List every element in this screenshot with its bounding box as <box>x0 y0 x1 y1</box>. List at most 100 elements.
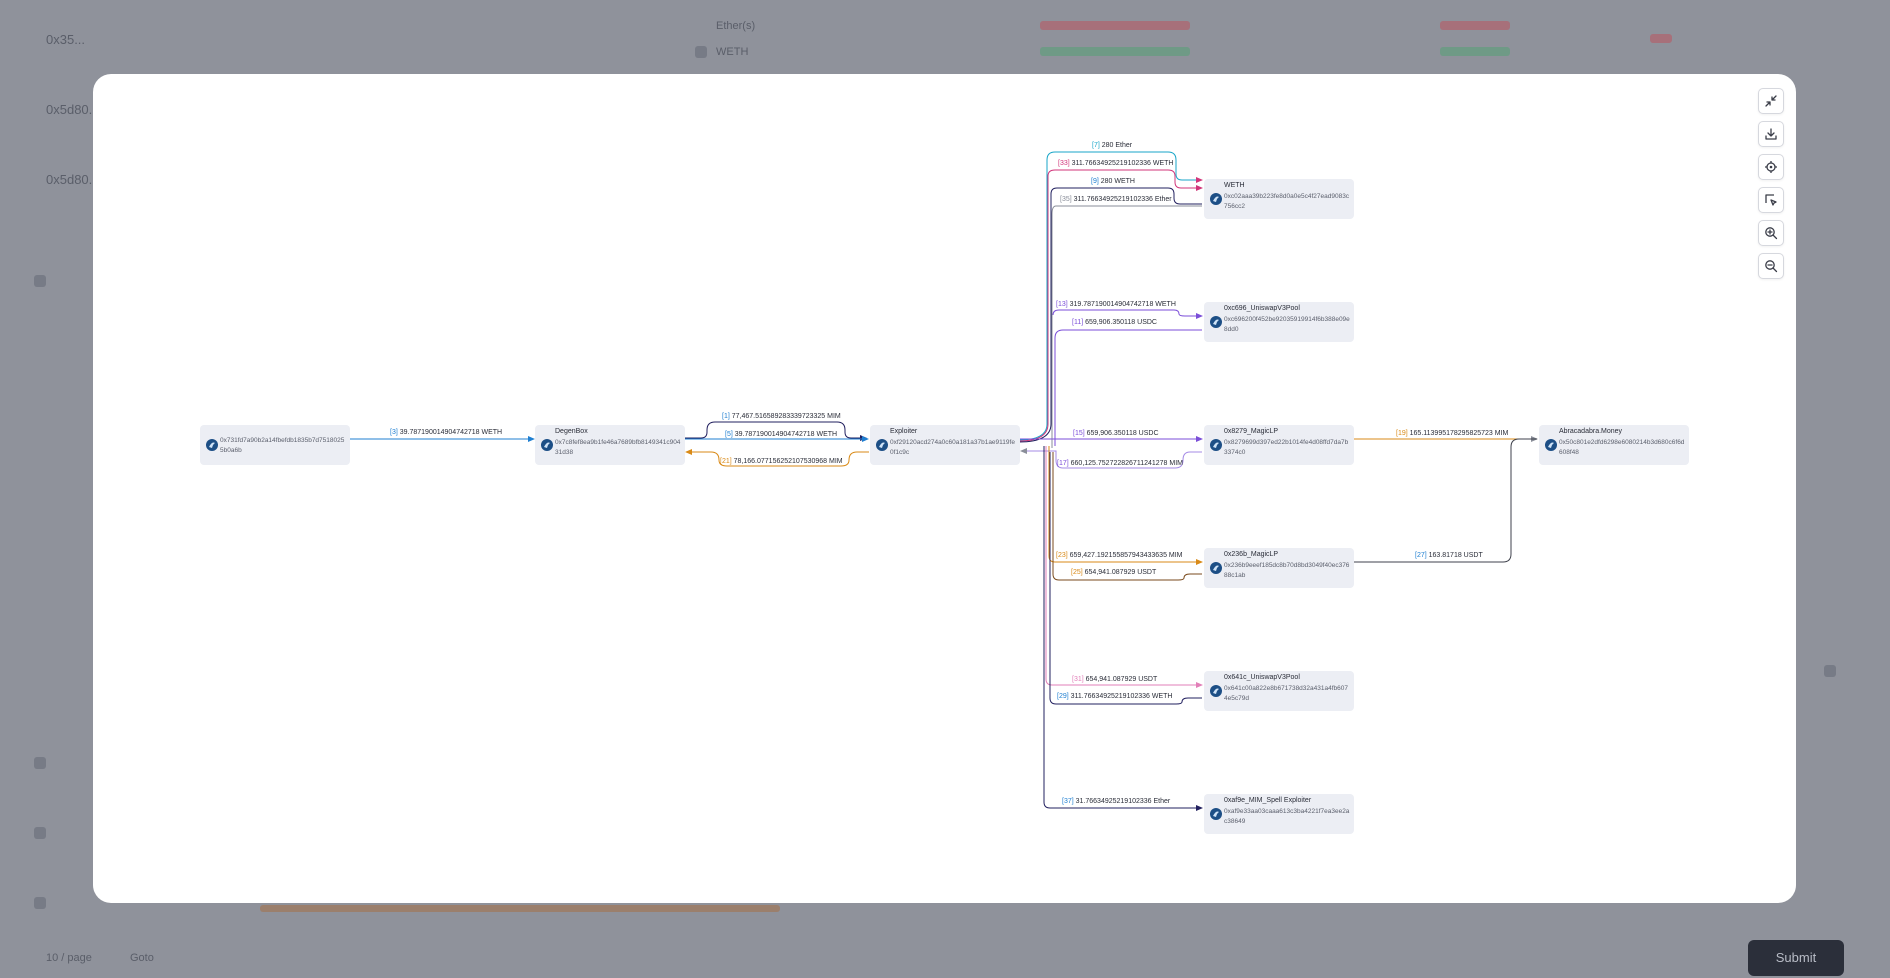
download-button[interactable] <box>1758 121 1784 147</box>
svg-text:[19] 165.113995178295825723 MI: [19] 165.113995178295825723 MIM <box>1396 430 1509 437</box>
graph-toolbar <box>1758 88 1784 286</box>
edge-amount: 39.787190014904742718 WETH <box>735 431 837 438</box>
edge-index: [5] <box>725 431 733 438</box>
node-address: 0x8279699d397ed22b1014fe4d08ffd7da7b3374… <box>1224 439 1349 456</box>
svg-text:[23] 659,427.19215585794343363: [23] 659,427.192155857943433635 MIM <box>1056 552 1183 559</box>
bg-bar <box>260 905 780 912</box>
node-uniswap-c696[interactable]: 0xc696_UniswapV3Pool 0xc696200f452be9203… <box>1204 302 1354 342</box>
download-icon <box>1765 128 1777 140</box>
node-label: Abracadabra.Money <box>1559 428 1623 435</box>
edge-amount: 311.76634925219102336 WETH <box>1071 693 1173 700</box>
edge-29[interactable]: [29] 311.76634925219102336 WETH <box>1049 452 1202 705</box>
address-avatar-icon <box>541 439 553 451</box>
edge-index: [7] <box>1092 142 1100 149</box>
address-avatar-icon <box>1210 193 1222 205</box>
zoom-in-icon <box>1765 227 1778 240</box>
edge-amount: 78,166.077156252107530968 MIM <box>734 458 843 465</box>
edge-17[interactable]: [17] 660,125.752722826711241278 MIM <box>1020 448 1202 469</box>
node-exploiter[interactable]: Exploiter 0xf29120acd274a0c60a181a37b1ae… <box>870 425 1020 465</box>
edge-21[interactable]: [21] 78,166.077156252107530968 MIM <box>685 449 869 467</box>
edge-amount: 659,427.192155857943433635 MIM <box>1070 552 1183 559</box>
address-avatar-icon <box>1210 316 1222 328</box>
node-uniswap-641c[interactable]: 0x641c_UniswapV3Pool 0x641c00a822e8b6717… <box>1204 671 1354 711</box>
bg-icon <box>1824 665 1836 677</box>
edge-13[interactable]: [13] 319.787190014904742718 WETH <box>1052 301 1203 319</box>
svg-text:[33] 311.76634925219102336 WET: [33] 311.76634925219102336 WETH <box>1058 160 1173 167</box>
edge-index: [9] <box>1091 178 1099 185</box>
node-magiclp-236b[interactable]: 0x236b_MagicLP 0x236b9eeef185dc8b70d8bd3… <box>1204 548 1354 588</box>
zoom-in-button[interactable] <box>1758 220 1784 246</box>
svg-text:[13] 319.787190014904742718 WE: [13] 319.787190014904742718 WETH <box>1056 301 1176 308</box>
edge-index: [33] <box>1058 160 1070 167</box>
edge-index: [11] <box>1072 319 1083 326</box>
node-magiclp-8279[interactable]: 0x8279_MagicLP 0x8279699d397ed22b1014fe4… <box>1204 425 1354 465</box>
edge-amount: 280 WETH <box>1101 178 1135 185</box>
edge-27[interactable]: [27] 163.81718 USDT <box>1354 438 1537 563</box>
bg-row-label: 0x5d80... <box>46 102 100 117</box>
node-degenbox[interactable]: DegenBox 0x7c8fef8ea9b1fe46a7689bfb81493… <box>535 425 685 465</box>
bg-submit-button: Submit <box>1748 940 1844 976</box>
edge-amount: 39.787190014904742718 WETH <box>400 429 502 436</box>
svg-text:[5] 39.787190014904742718 WETH: [5] 39.787190014904742718 WETH <box>725 431 837 438</box>
minimize-icon <box>1765 95 1777 107</box>
edge-index: [25] <box>1071 569 1083 576</box>
locate-button[interactable] <box>1758 154 1784 180</box>
node-address: 0x641c00a822e8b671738d32a431a4fb6074e5c7… <box>1224 685 1348 702</box>
edge-5[interactable]: [5] 39.787190014904742718 WETH <box>685 431 869 442</box>
node-weth[interactable]: WETH 0xc02aaa39b223fe8d0a0e5c4f27ead9083… <box>1204 179 1354 219</box>
transfer-graph-modal: [3] 39.787190014904742718 WETH [1] 77,46… <box>93 74 1796 903</box>
bg-token: Ether(s) <box>716 20 756 32</box>
edge-amount: 163.81718 USDT <box>1429 552 1484 559</box>
node-label: 0xc696_UniswapV3Pool <box>1224 305 1300 312</box>
node-label: 0x8279_MagicLP <box>1224 428 1279 435</box>
edge-amount: 654,941.087929 USDT <box>1086 676 1158 683</box>
svg-text:[17] 660,125.75272282671124127: [17] 660,125.752722826711241278 MIM <box>1057 460 1183 467</box>
node-label: Exploiter <box>890 428 918 435</box>
bg-bar <box>1440 47 1510 56</box>
edge-7[interactable]: [7] 280 Ether <box>1018 142 1203 441</box>
edge-3[interactable]: [3] 39.787190014904742718 WETH <box>350 429 535 442</box>
node-label: 0x641c_UniswapV3Pool <box>1224 674 1300 681</box>
bg-bar <box>1040 21 1190 30</box>
edge-index: [17] <box>1057 460 1069 467</box>
node-source-address[interactable]: 0x731fd7a90b2a14fbefdb1835b7d75180255b0a… <box>200 425 350 465</box>
minimize-button[interactable] <box>1758 88 1784 114</box>
edge-index: [31] <box>1072 676 1084 683</box>
node-label: 0x236b_MagicLP <box>1224 551 1279 558</box>
svg-text:[27] 163.81718 USDT: [27] 163.81718 USDT <box>1415 552 1483 559</box>
edge-index: [19] <box>1396 430 1408 437</box>
node-abracadabra[interactable]: Abracadabra.Money 0x50c801e2dfd6298e6080… <box>1539 425 1689 465</box>
edge-19[interactable]: [19] 165.113995178295825723 MIM <box>1354 430 1538 442</box>
select-button[interactable] <box>1758 187 1784 213</box>
edge-amount: 77,467.516589283339723325 MIM <box>732 413 841 420</box>
node-address: 0x7c8fef8ea9b1fe46a7689bfb8149341c90431d… <box>555 439 681 456</box>
bg-section-icon <box>34 757 46 769</box>
edge-amount: 654,941.087929 USDT <box>1085 569 1157 576</box>
edge-index: [29] <box>1057 693 1069 700</box>
node-spell-exploiter[interactable]: 0xaf9e_MIM_Spell Exploiter 0xaf9e33aa03c… <box>1204 794 1354 834</box>
bg-section-icon <box>34 897 46 909</box>
bg-bar <box>1440 21 1510 30</box>
svg-text:[21] 78,166.077156252107530968: [21] 78,166.077156252107530968 MIM <box>720 458 843 465</box>
edge-amount: 660,125.752722826711241278 MIM <box>1071 460 1184 467</box>
bg-token-icon <box>695 46 707 58</box>
edge-amount: 659,906.350118 USDC <box>1087 430 1159 437</box>
edge-25[interactable]: [25] 654,941.087929 USDT <box>1052 452 1202 581</box>
edge-index: [23] <box>1056 552 1068 559</box>
edge-11[interactable]: [11] 659,906.350118 USDC <box>1054 319 1202 446</box>
edge-index: [13] <box>1056 301 1068 308</box>
edge-index: [27] <box>1415 552 1427 559</box>
edge-37[interactable]: [37] 31.76634925219102336 Ether <box>1043 446 1203 811</box>
edge-31[interactable]: [31] 654,941.087929 USDT <box>1045 446 1203 688</box>
transfer-graph-canvas[interactable]: [3] 39.787190014904742718 WETH [1] 77,46… <box>93 74 1796 903</box>
svg-text:[29] 311.76634925219102336 WET: [29] 311.76634925219102336 WETH <box>1057 693 1172 700</box>
address-avatar-icon <box>876 439 888 451</box>
node-address: 0xc696200f452be92035919914f6b388e09e8dd0 <box>1224 316 1350 333</box>
svg-text:[15] 659,906.350118 USDC: [15] 659,906.350118 USDC <box>1073 430 1159 437</box>
edge-amount: 31.76634925219102336 Ether <box>1076 798 1171 805</box>
zoom-out-button[interactable] <box>1758 253 1784 279</box>
edge-index: [37] <box>1062 798 1074 805</box>
edge-amount: 165.113995178295825723 MIM <box>1410 430 1509 437</box>
svg-text:[7] 280 Ether: [7] 280 Ether <box>1092 142 1133 149</box>
svg-text:[9] 280 WETH: [9] 280 WETH <box>1091 178 1135 185</box>
